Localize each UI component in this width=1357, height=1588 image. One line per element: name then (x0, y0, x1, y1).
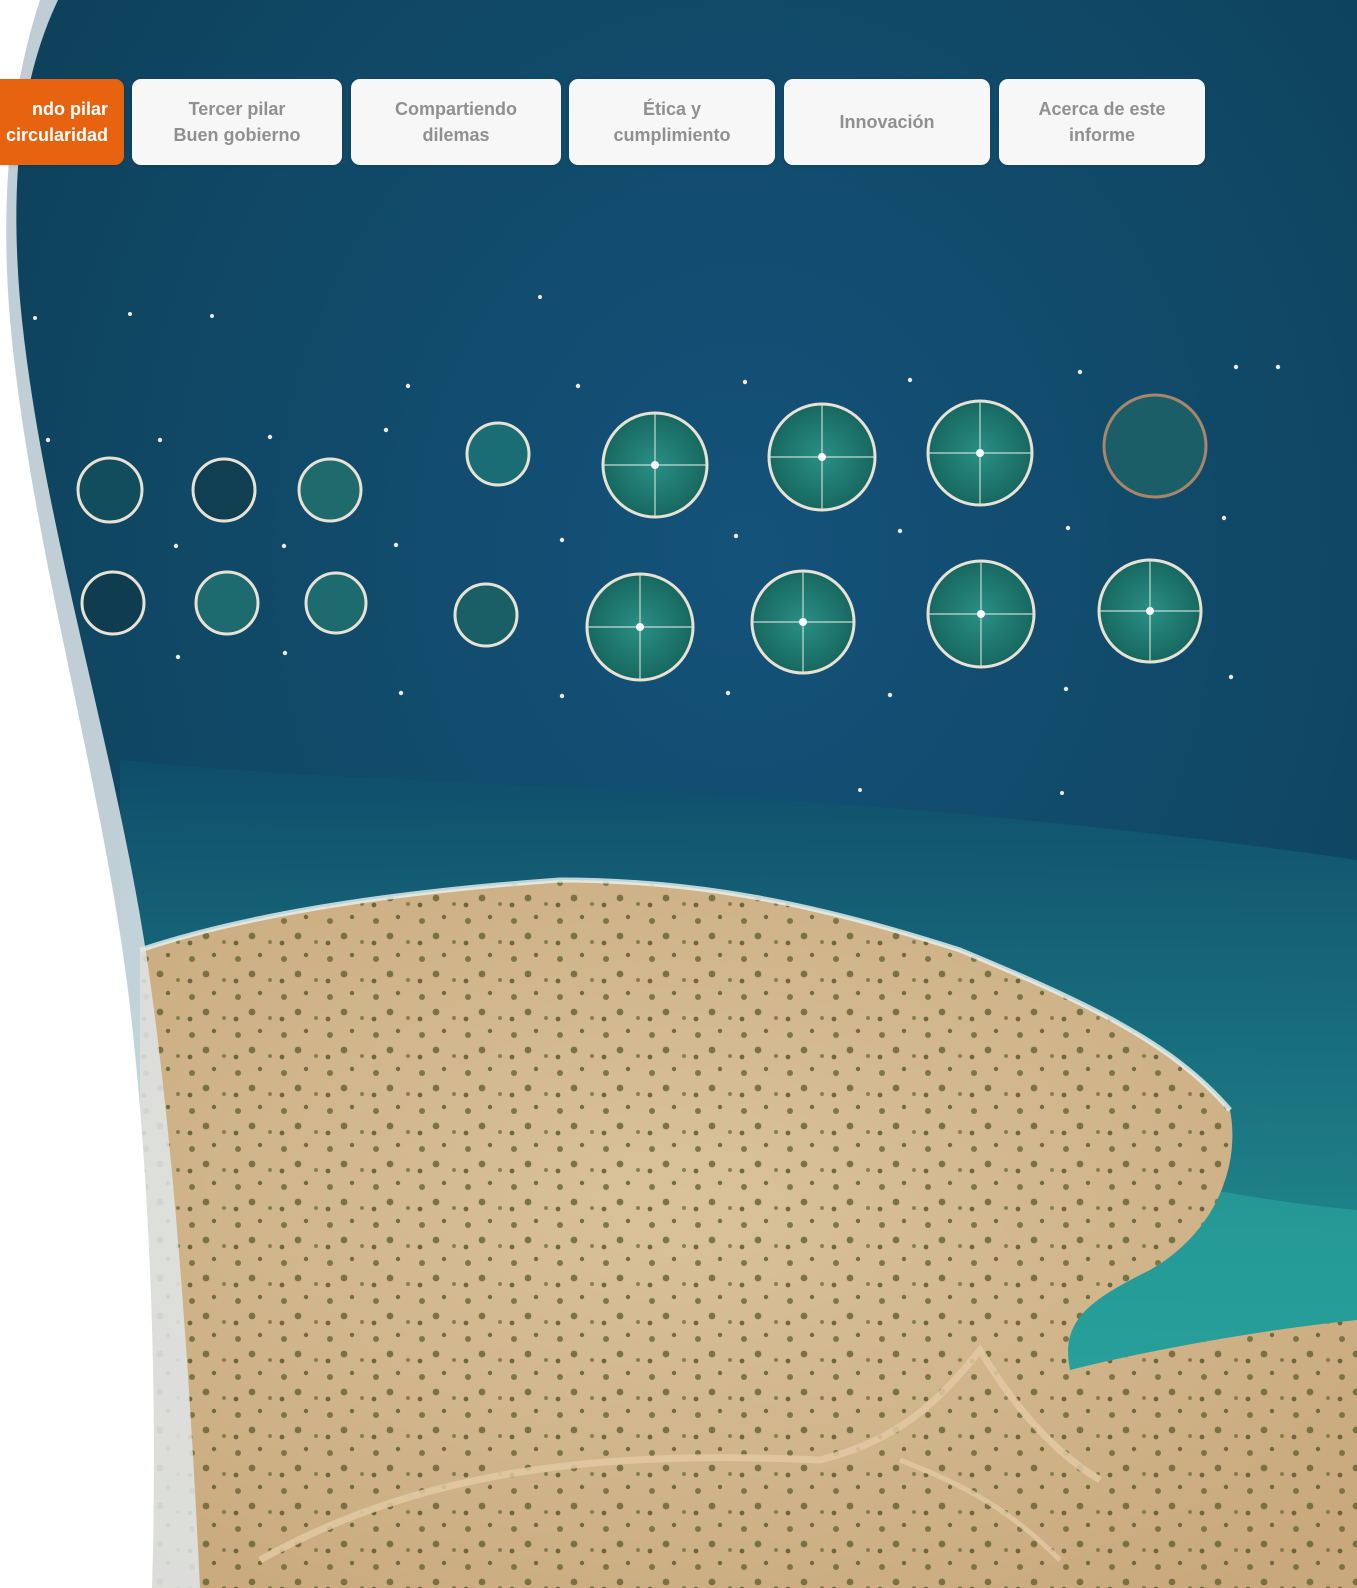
tab-label-line2: circularidad (5, 125, 108, 145)
tab-label-line1: Tercer pilar (188, 99, 286, 119)
tab-label-line1: Acerca de este (1038, 99, 1166, 119)
tab-label-line1: ndo pilar (32, 99, 108, 119)
tab-label-line1: Compartiendo (394, 99, 517, 119)
tab-innovacion[interactable]: Innovación (784, 79, 990, 165)
tab-etica-cumplimiento[interactable]: Ética y cumplimiento (569, 79, 775, 165)
tab-tercer-pilar[interactable]: Tercer pilar Buen gobierno (132, 79, 342, 165)
aerial-fish-farm-photo (0, 0, 1357, 1588)
tab-label-line2: informe (1068, 125, 1135, 145)
tab-compartiendo-dilemas[interactable]: Compartiendo dilemas (351, 79, 561, 165)
tab-label-line1: Ética y (642, 99, 702, 119)
tab-label-line2: dilemas (422, 125, 490, 145)
top-navigation: ndo pilar circularidad Tercer pilar Buen… (0, 0, 1357, 180)
tab-label-line2: Buen gobierno (173, 125, 301, 145)
tab-label-line2: cumplimiento (613, 125, 731, 145)
tab-acerca-informe[interactable]: Acerca de este informe (999, 79, 1205, 165)
tab-label-line1: Innovación (839, 112, 935, 132)
tab-segundo-pilar[interactable]: ndo pilar circularidad (0, 79, 124, 165)
